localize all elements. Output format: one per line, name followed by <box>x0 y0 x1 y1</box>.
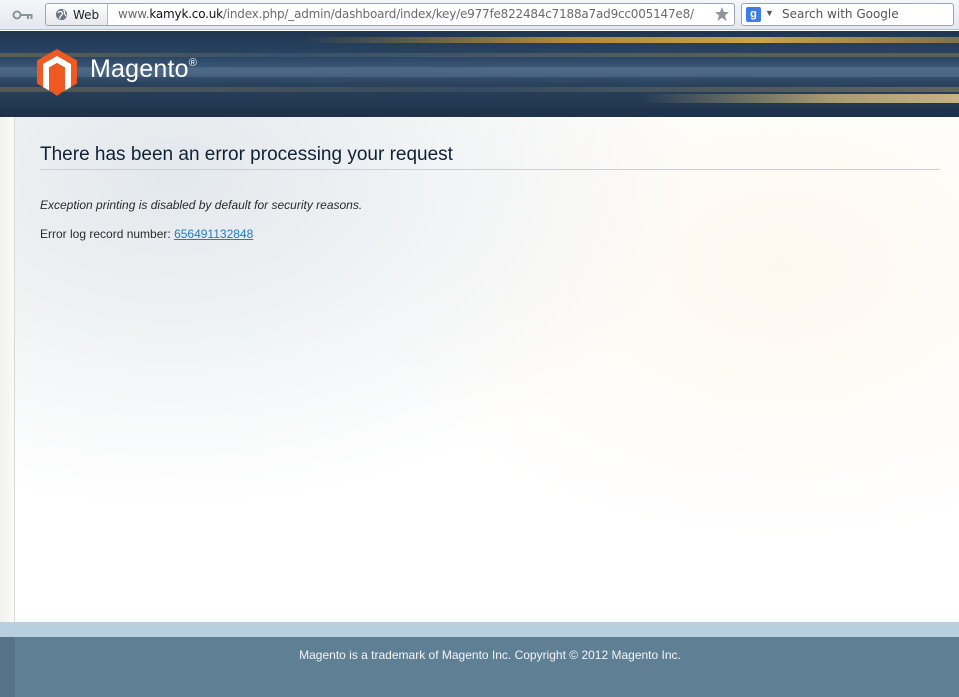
site-info-button[interactable]: Web <box>46 4 108 25</box>
site-header: Magento® <box>0 31 959 117</box>
error-log-number-link[interactable]: 656491132848 <box>174 227 253 241</box>
site-info-label: Web <box>73 7 100 22</box>
error-log-line: Error log record number: 656491132848 <box>40 227 253 241</box>
url-path: /index.php/_admin/dashboard/index/key/e9… <box>222 7 694 21</box>
exception-message: Exception printing is disabled by defaul… <box>40 198 363 212</box>
globe-icon <box>55 8 68 21</box>
main-content: There has been an error processing your … <box>0 117 959 622</box>
browser-toolbar: Web www.kamyk.co.uk/index.php/_admin/das… <box>0 0 959 30</box>
search-input[interactable]: Search with Google <box>782 7 899 21</box>
address-bar[interactable]: Web www.kamyk.co.uk/index.php/_admin/das… <box>45 3 735 26</box>
brand-name[interactable]: Magento® <box>90 55 197 84</box>
header-streak <box>300 37 959 43</box>
error-log-label: Error log record number: <box>40 227 175 241</box>
bookmark-star-icon[interactable] <box>714 6 730 22</box>
footer-copyright: Magento is a trademark of Magento Inc. C… <box>299 648 681 662</box>
header-streak <box>0 87 959 92</box>
footer: Magento is a trademark of Magento Inc. C… <box>0 637 959 697</box>
key-icon[interactable] <box>12 8 34 22</box>
left-edge <box>0 117 15 622</box>
url-host: kamyk.co.uk <box>149 7 223 21</box>
search-bar[interactable]: g ▼ Search with Google <box>741 3 954 26</box>
footer-strip <box>0 622 959 637</box>
brand-text: Magento <box>90 55 189 83</box>
url-text[interactable]: www.kamyk.co.uk/index.php/_admin/dashboa… <box>118 7 694 21</box>
registered-mark: ® <box>188 57 198 69</box>
title-divider <box>40 169 940 170</box>
header-streak <box>640 94 959 103</box>
google-icon[interactable]: g <box>746 7 761 22</box>
magento-logo-icon[interactable] <box>36 48 78 96</box>
page-title: There has been an error processing your … <box>40 144 453 165</box>
url-prefix: www. <box>118 7 150 21</box>
chevron-down-icon[interactable]: ▼ <box>765 8 774 18</box>
footer-left-edge <box>0 637 15 697</box>
